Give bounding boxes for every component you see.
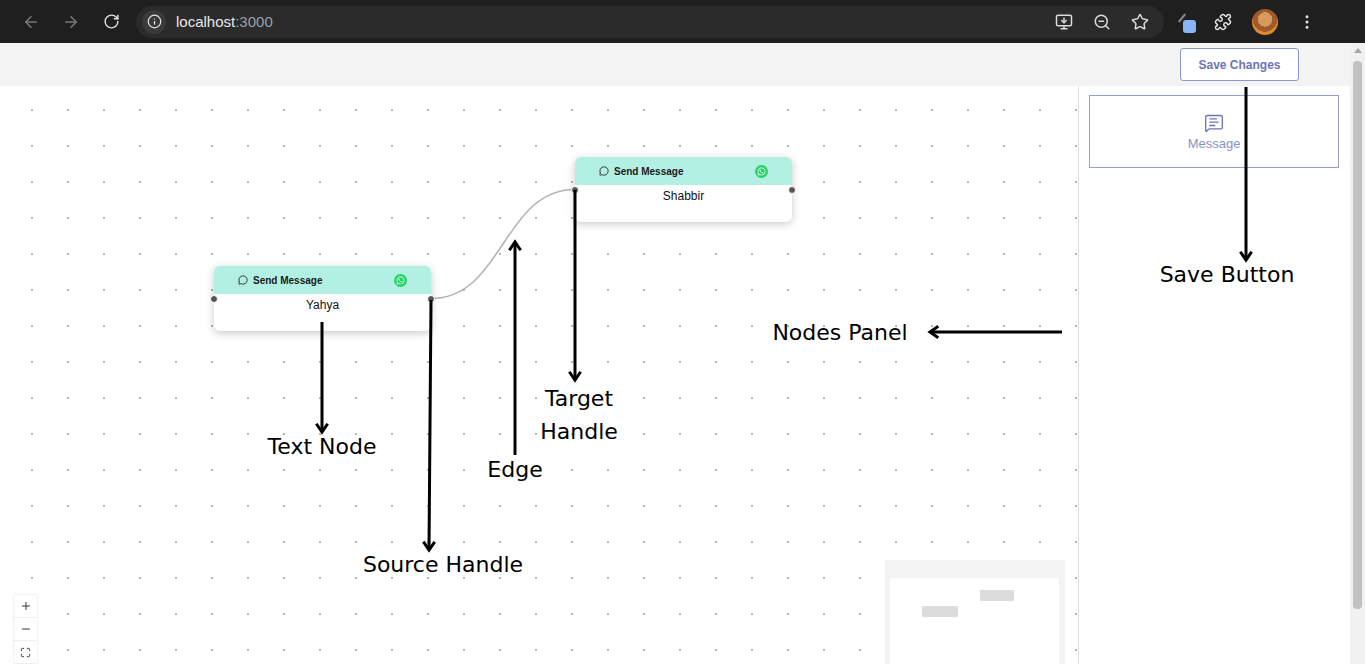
node-text: Yahya — [214, 294, 431, 331]
target-handle[interactable] — [571, 186, 579, 194]
panel-node-label: Message — [1188, 136, 1241, 151]
zoom-in-button[interactable] — [14, 595, 37, 618]
reload-button[interactable] — [94, 5, 128, 39]
app-body: Send Message Yahya Send Message Shabbir Mess… — [0, 86, 1350, 664]
node-text: Shabbir — [575, 185, 792, 222]
edge[interactable] — [431, 190, 575, 299]
flow-canvas[interactable]: Send Message Yahya Send Message Shabbir — [0, 86, 1078, 664]
bookmark-button[interactable] — [1126, 8, 1154, 36]
url-text[interactable]: localhost:3000 — [176, 13, 273, 30]
plus-icon — [20, 600, 32, 612]
address-bar[interactable]: localhost:3000 — [136, 6, 1164, 38]
annotation-label: Target Handle — [531, 382, 627, 448]
panel-node-item[interactable]: Message — [1089, 95, 1339, 168]
node-title: Send Message — [253, 275, 389, 286]
reload-icon — [103, 13, 120, 30]
menu-dots-icon — [1298, 13, 1316, 31]
scroll-up-icon[interactable] — [1354, 48, 1362, 53]
flow-app: Save ChangesSend MessageYahyaSend Messag… — [0, 43, 1350, 664]
browser-menu-button[interactable] — [1290, 5, 1324, 39]
annotation-layer: Save Button Nodes Panel Text Node Source Ha… — [0, 43, 1350, 664]
minimap[interactable] — [885, 560, 1065, 664]
browser-window: localhost:3000 Save Changes Send Message Ya… — [0, 0, 1365, 664]
annotation-arrow — [509, 242, 520, 455]
node-header: Send Message — [575, 157, 792, 185]
nodes-panel: Message — [1078, 86, 1350, 664]
arrow-left-icon — [22, 13, 40, 31]
target-handle[interactable] — [210, 295, 218, 303]
profile-avatar[interactable] — [1252, 9, 1278, 35]
extension-button[interactable] — [1170, 7, 1200, 37]
minimap-node — [980, 590, 1014, 601]
fit-view-icon — [20, 647, 31, 658]
minus-icon — [20, 623, 32, 635]
page-viewport: Save ChangesSend MessageYahyaSend Messag… — [0, 43, 1365, 664]
browser-toolbar: localhost:3000 — [0, 0, 1365, 43]
url-port: :3000 — [235, 13, 273, 30]
zoom-controls — [14, 595, 37, 664]
page-scrollbar[interactable] — [1350, 43, 1365, 664]
annotation-label: Save Button — [1160, 258, 1295, 291]
annotation-arrow — [423, 300, 434, 550]
annotation-arrow — [930, 326, 1062, 337]
annotation-label: Edge — [487, 453, 542, 486]
source-handle[interactable] — [427, 295, 435, 303]
scroll-thumb[interactable] — [1353, 61, 1362, 609]
annotation-arrow — [569, 190, 580, 380]
fit-view-button[interactable] — [14, 641, 37, 664]
annotation-label: Source Handle — [363, 548, 523, 581]
forward-button[interactable] — [54, 5, 88, 39]
arrow-right-icon — [62, 13, 80, 31]
message-icon — [1204, 113, 1224, 133]
zoom-out-icon — [1093, 13, 1111, 31]
info-icon — [147, 14, 162, 29]
extensions-button[interactable] — [1206, 5, 1240, 39]
site-info-button[interactable] — [142, 10, 166, 34]
star-icon — [1131, 13, 1149, 31]
install-app-button[interactable] — [1050, 8, 1078, 36]
install-icon — [1055, 13, 1073, 31]
annotation-arrows — [0, 43, 1350, 664]
node-header: Send Message — [214, 266, 431, 294]
puzzle-icon — [1214, 13, 1232, 31]
text-node[interactable]: Send Message Yahya — [214, 266, 431, 331]
annotation-label: Text Node — [268, 430, 377, 463]
extension-badge-icon — [1183, 20, 1196, 33]
save-button[interactable]: Save Changes — [1180, 48, 1299, 81]
annotation-arrow — [1240, 87, 1251, 260]
zoom-button[interactable] — [1088, 8, 1116, 36]
annotation-arrow — [316, 322, 327, 432]
whatsapp-icon — [755, 165, 768, 178]
node-title: Send Message — [614, 166, 750, 177]
message-icon — [599, 166, 609, 176]
app-header: Save Changes — [0, 43, 1350, 86]
whatsapp-icon — [394, 274, 407, 287]
zoom-out-button[interactable] — [14, 618, 37, 641]
minimap-node — [922, 606, 958, 617]
back-button[interactable] — [14, 5, 48, 39]
annotation-label: Nodes Panel — [772, 316, 907, 349]
text-node[interactable]: Send Message Shabbir — [575, 157, 792, 222]
source-handle[interactable] — [788, 186, 796, 194]
message-icon — [238, 275, 248, 285]
